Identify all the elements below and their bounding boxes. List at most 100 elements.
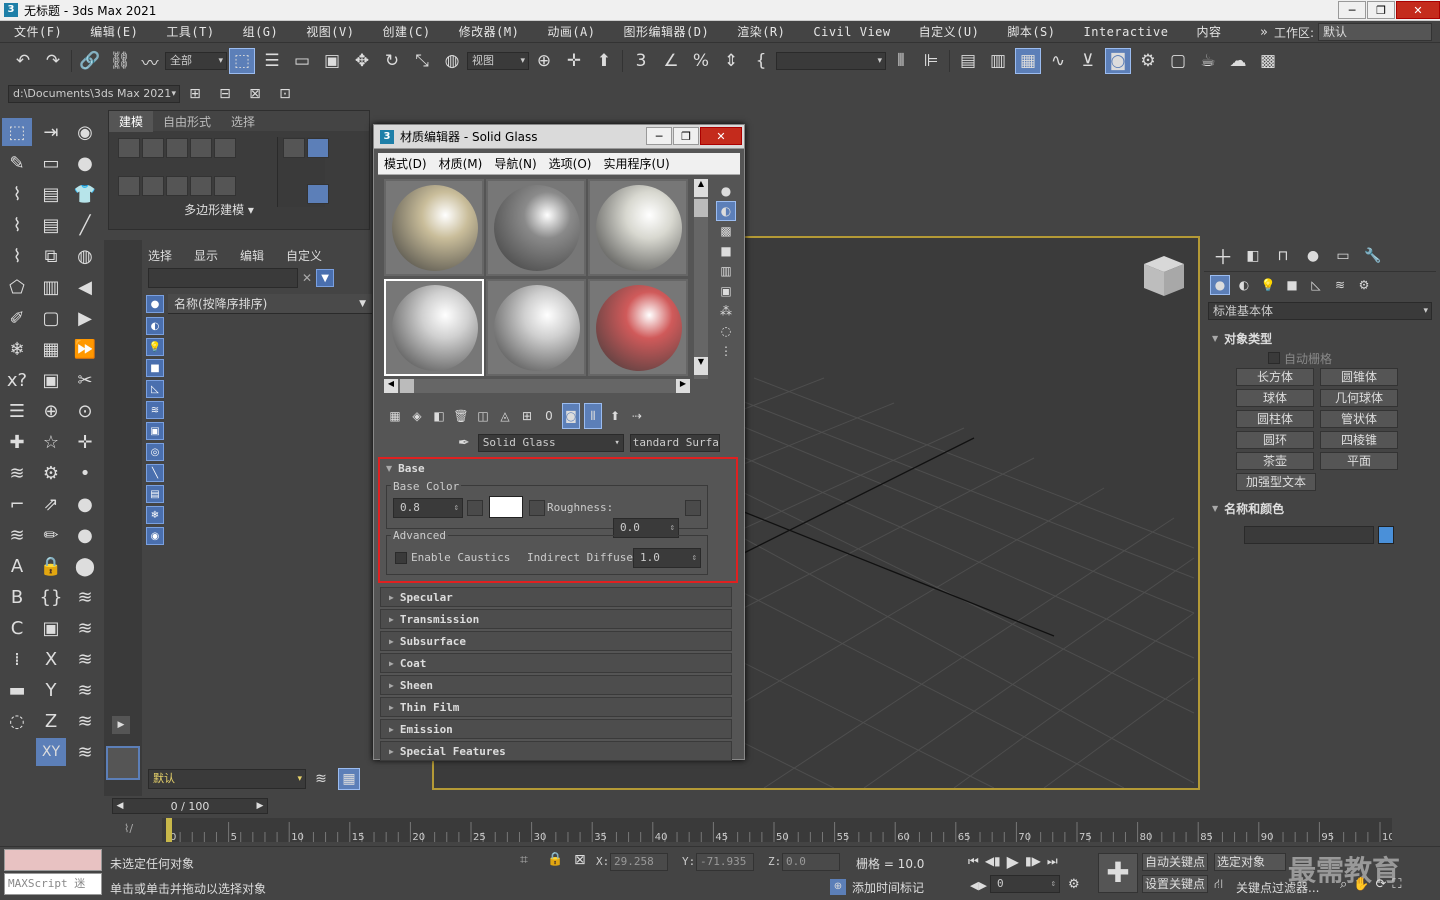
xform-icon[interactable]: x? bbox=[2, 366, 32, 394]
cameras-icon[interactable]: ■ bbox=[1282, 275, 1302, 295]
geosphere-button[interactable]: 几何球体 bbox=[1320, 389, 1398, 407]
utilities-tab-icon[interactable]: 🔧 bbox=[1360, 243, 1386, 269]
layers-x-icon[interactable]: ≋ bbox=[70, 707, 100, 735]
loop-icon[interactable]: ⊙ bbox=[70, 397, 100, 425]
assign-material-icon[interactable]: ◧ bbox=[430, 403, 448, 429]
ribbon-tool-3[interactable] bbox=[166, 138, 188, 158]
group-filter-icon[interactable]: ▣ bbox=[146, 422, 164, 440]
shape-filter-icon[interactable]: ◐ bbox=[146, 317, 164, 335]
current-frame-spinner[interactable]: 0 bbox=[990, 875, 1060, 893]
slots-hscrollbar[interactable]: ◀ ▶ bbox=[384, 379, 690, 393]
selection-lock-icon[interactable]: 🔒 bbox=[547, 852, 563, 867]
menu-group[interactable]: 组(G) bbox=[229, 23, 293, 40]
spinner-snap-icon[interactable]: ⇕ bbox=[718, 48, 744, 74]
menu-graph-editors[interactable]: 图形编辑器(D) bbox=[610, 23, 724, 40]
clear-search-icon[interactable]: ✕ bbox=[302, 271, 312, 285]
geometry-filter-icon[interactable]: ● bbox=[146, 295, 164, 313]
ribbon-tool-2[interactable] bbox=[142, 138, 164, 158]
link-icon[interactable]: 🔗 bbox=[77, 48, 103, 74]
frozen-filter-icon[interactable]: ❄ bbox=[146, 506, 164, 524]
angle-snap-icon[interactable]: ∠ bbox=[658, 48, 684, 74]
list-tool-icon[interactable]: ☰ bbox=[2, 397, 32, 425]
menu-customize[interactable]: 自定义(U) bbox=[905, 23, 994, 40]
layers-del-icon[interactable]: ≋ bbox=[70, 676, 100, 704]
redo-icon[interactable]: ↷ bbox=[40, 48, 66, 74]
make-unique-icon[interactable]: ◬ bbox=[496, 403, 514, 429]
geometry-icon[interactable]: ● bbox=[1210, 275, 1230, 295]
rect-selection-icon[interactable]: ▭ bbox=[289, 48, 315, 74]
prev-frame-icon[interactable]: ◀ bbox=[113, 801, 127, 811]
gear-tool-icon[interactable]: ⚙ bbox=[36, 459, 66, 487]
close-button[interactable]: ✕ bbox=[1396, 1, 1440, 19]
material-id-icon[interactable]: 0 bbox=[540, 403, 558, 429]
rollout-sheen[interactable]: ▶ Sheen bbox=[380, 675, 732, 695]
indirect-diffuse-spinner[interactable]: 1.0 bbox=[633, 548, 701, 568]
text-c-icon[interactable]: C bbox=[2, 614, 32, 642]
render-setup-icon[interactable]: ⚙ bbox=[1135, 48, 1161, 74]
sphere-button[interactable]: 球体 bbox=[1236, 389, 1314, 407]
tube-button[interactable]: 管状体 bbox=[1320, 410, 1398, 428]
go-forward-sibling-icon[interactable]: ⇢ bbox=[628, 403, 646, 429]
container-filter-icon[interactable]: ▤ bbox=[146, 485, 164, 503]
mat-menu-mode[interactable]: 模式(D) bbox=[378, 155, 433, 172]
go-to-end-icon[interactable]: ⏭ bbox=[1047, 854, 1058, 869]
align-icon[interactable]: ⊫ bbox=[918, 48, 944, 74]
lasso-icon[interactable]: ✎ bbox=[2, 149, 32, 177]
ribbon-tab-modeling[interactable]: 建模 bbox=[109, 110, 154, 132]
filter-icon[interactable]: ▼ bbox=[316, 269, 335, 287]
rollout-special-features[interactable]: ▶ Special Features bbox=[380, 741, 732, 761]
object-type-header[interactable]: ▼ 对象类型 bbox=[1212, 330, 1436, 346]
get-material-icon[interactable]: ▦ bbox=[386, 403, 404, 429]
mat-menu-utilities[interactable]: 实用程序(U) bbox=[597, 155, 675, 172]
base-weight-map-button[interactable] bbox=[467, 500, 483, 516]
circle-small-icon[interactable]: ● bbox=[70, 490, 100, 518]
next-key-icon[interactable]: ▮▶ bbox=[1025, 854, 1041, 868]
helpers-icon[interactable]: ◺ bbox=[1306, 275, 1326, 295]
cylinder-button[interactable]: 圆柱体 bbox=[1236, 410, 1314, 428]
polygon-tool-icon[interactable]: ⬠ bbox=[2, 273, 32, 301]
stack-tool-icon[interactable]: ▤ bbox=[36, 211, 66, 239]
teapot-button[interactable]: 茶壶 bbox=[1236, 452, 1314, 470]
move-icon[interactable]: ✥ bbox=[349, 48, 375, 74]
sample-slot-5[interactable] bbox=[486, 279, 586, 376]
select-by-name-icon[interactable]: ☰ bbox=[259, 48, 285, 74]
object-name-input[interactable] bbox=[1244, 526, 1374, 544]
menu-animation[interactable]: 动画(A) bbox=[533, 23, 609, 40]
torus-button[interactable]: 圆环 bbox=[1236, 431, 1314, 449]
project-folder-icon[interactable]: ⊞ bbox=[182, 81, 208, 107]
material-editor-icon[interactable]: ◙ bbox=[1105, 48, 1131, 74]
menu-edit[interactable]: 编辑(E) bbox=[76, 23, 152, 40]
menu-tools[interactable]: 工具(T) bbox=[152, 23, 228, 40]
time-cursor[interactable] bbox=[166, 818, 172, 842]
hierarchy-tab-icon[interactable]: ⊓ bbox=[1270, 243, 1296, 269]
layer-explorer-icon[interactable]: ▤ bbox=[955, 48, 981, 74]
ribbon-tab-freeform[interactable]: 自由形式 bbox=[153, 111, 221, 132]
crop-icon[interactable]: ⌐ bbox=[2, 490, 32, 518]
time-slider[interactable]: ◀ 0 / 100 ▶ bbox=[112, 798, 268, 814]
ribbon-tool-4[interactable] bbox=[190, 138, 212, 158]
xref-filter-icon[interactable]: ◎ bbox=[146, 443, 164, 461]
render-production-icon[interactable]: ☕ bbox=[1195, 48, 1221, 74]
layers-add-icon[interactable]: ≋ bbox=[70, 645, 100, 673]
play-icon[interactable]: ▶ bbox=[1007, 852, 1019, 871]
reset-map-icon[interactable]: 🗑 bbox=[452, 403, 470, 429]
rollout-thin-film[interactable]: ▶ Thin Film bbox=[380, 697, 732, 717]
base-rollout-header[interactable]: ▼ Base bbox=[380, 459, 736, 477]
expand-panel-icon[interactable]: ▶ bbox=[112, 716, 130, 734]
axis-xy-icon[interactable]: XY bbox=[36, 738, 66, 766]
layers-z-icon[interactable]: ≋ bbox=[70, 738, 100, 766]
edit-named-selection-icon[interactable]: { bbox=[748, 48, 774, 74]
ribbon-tab-selection[interactable]: 选择 bbox=[221, 111, 265, 132]
rollout-coat[interactable]: ▶ Coat bbox=[380, 653, 732, 673]
time-config-icon[interactable]: ⚙ bbox=[1068, 877, 1080, 892]
named-selection-dropdown[interactable] bbox=[776, 52, 886, 70]
select-object-icon[interactable]: ⬚ bbox=[229, 48, 255, 74]
explorer-column-header[interactable]: 名称(按降序排序) ▼ bbox=[168, 294, 372, 314]
toggle-ribbon-icon[interactable]: ▥ bbox=[985, 48, 1011, 74]
material-type-button[interactable]: tandard Surface bbox=[629, 434, 720, 452]
shirt-icon[interactable]: 👕 bbox=[70, 180, 100, 208]
menu-content[interactable]: 内容 bbox=[1182, 23, 1235, 40]
star-icon[interactable]: ☆ bbox=[36, 428, 66, 456]
mat-close-button[interactable]: ✕ bbox=[700, 127, 742, 145]
create-tab-icon[interactable]: ＋ bbox=[1210, 243, 1236, 269]
